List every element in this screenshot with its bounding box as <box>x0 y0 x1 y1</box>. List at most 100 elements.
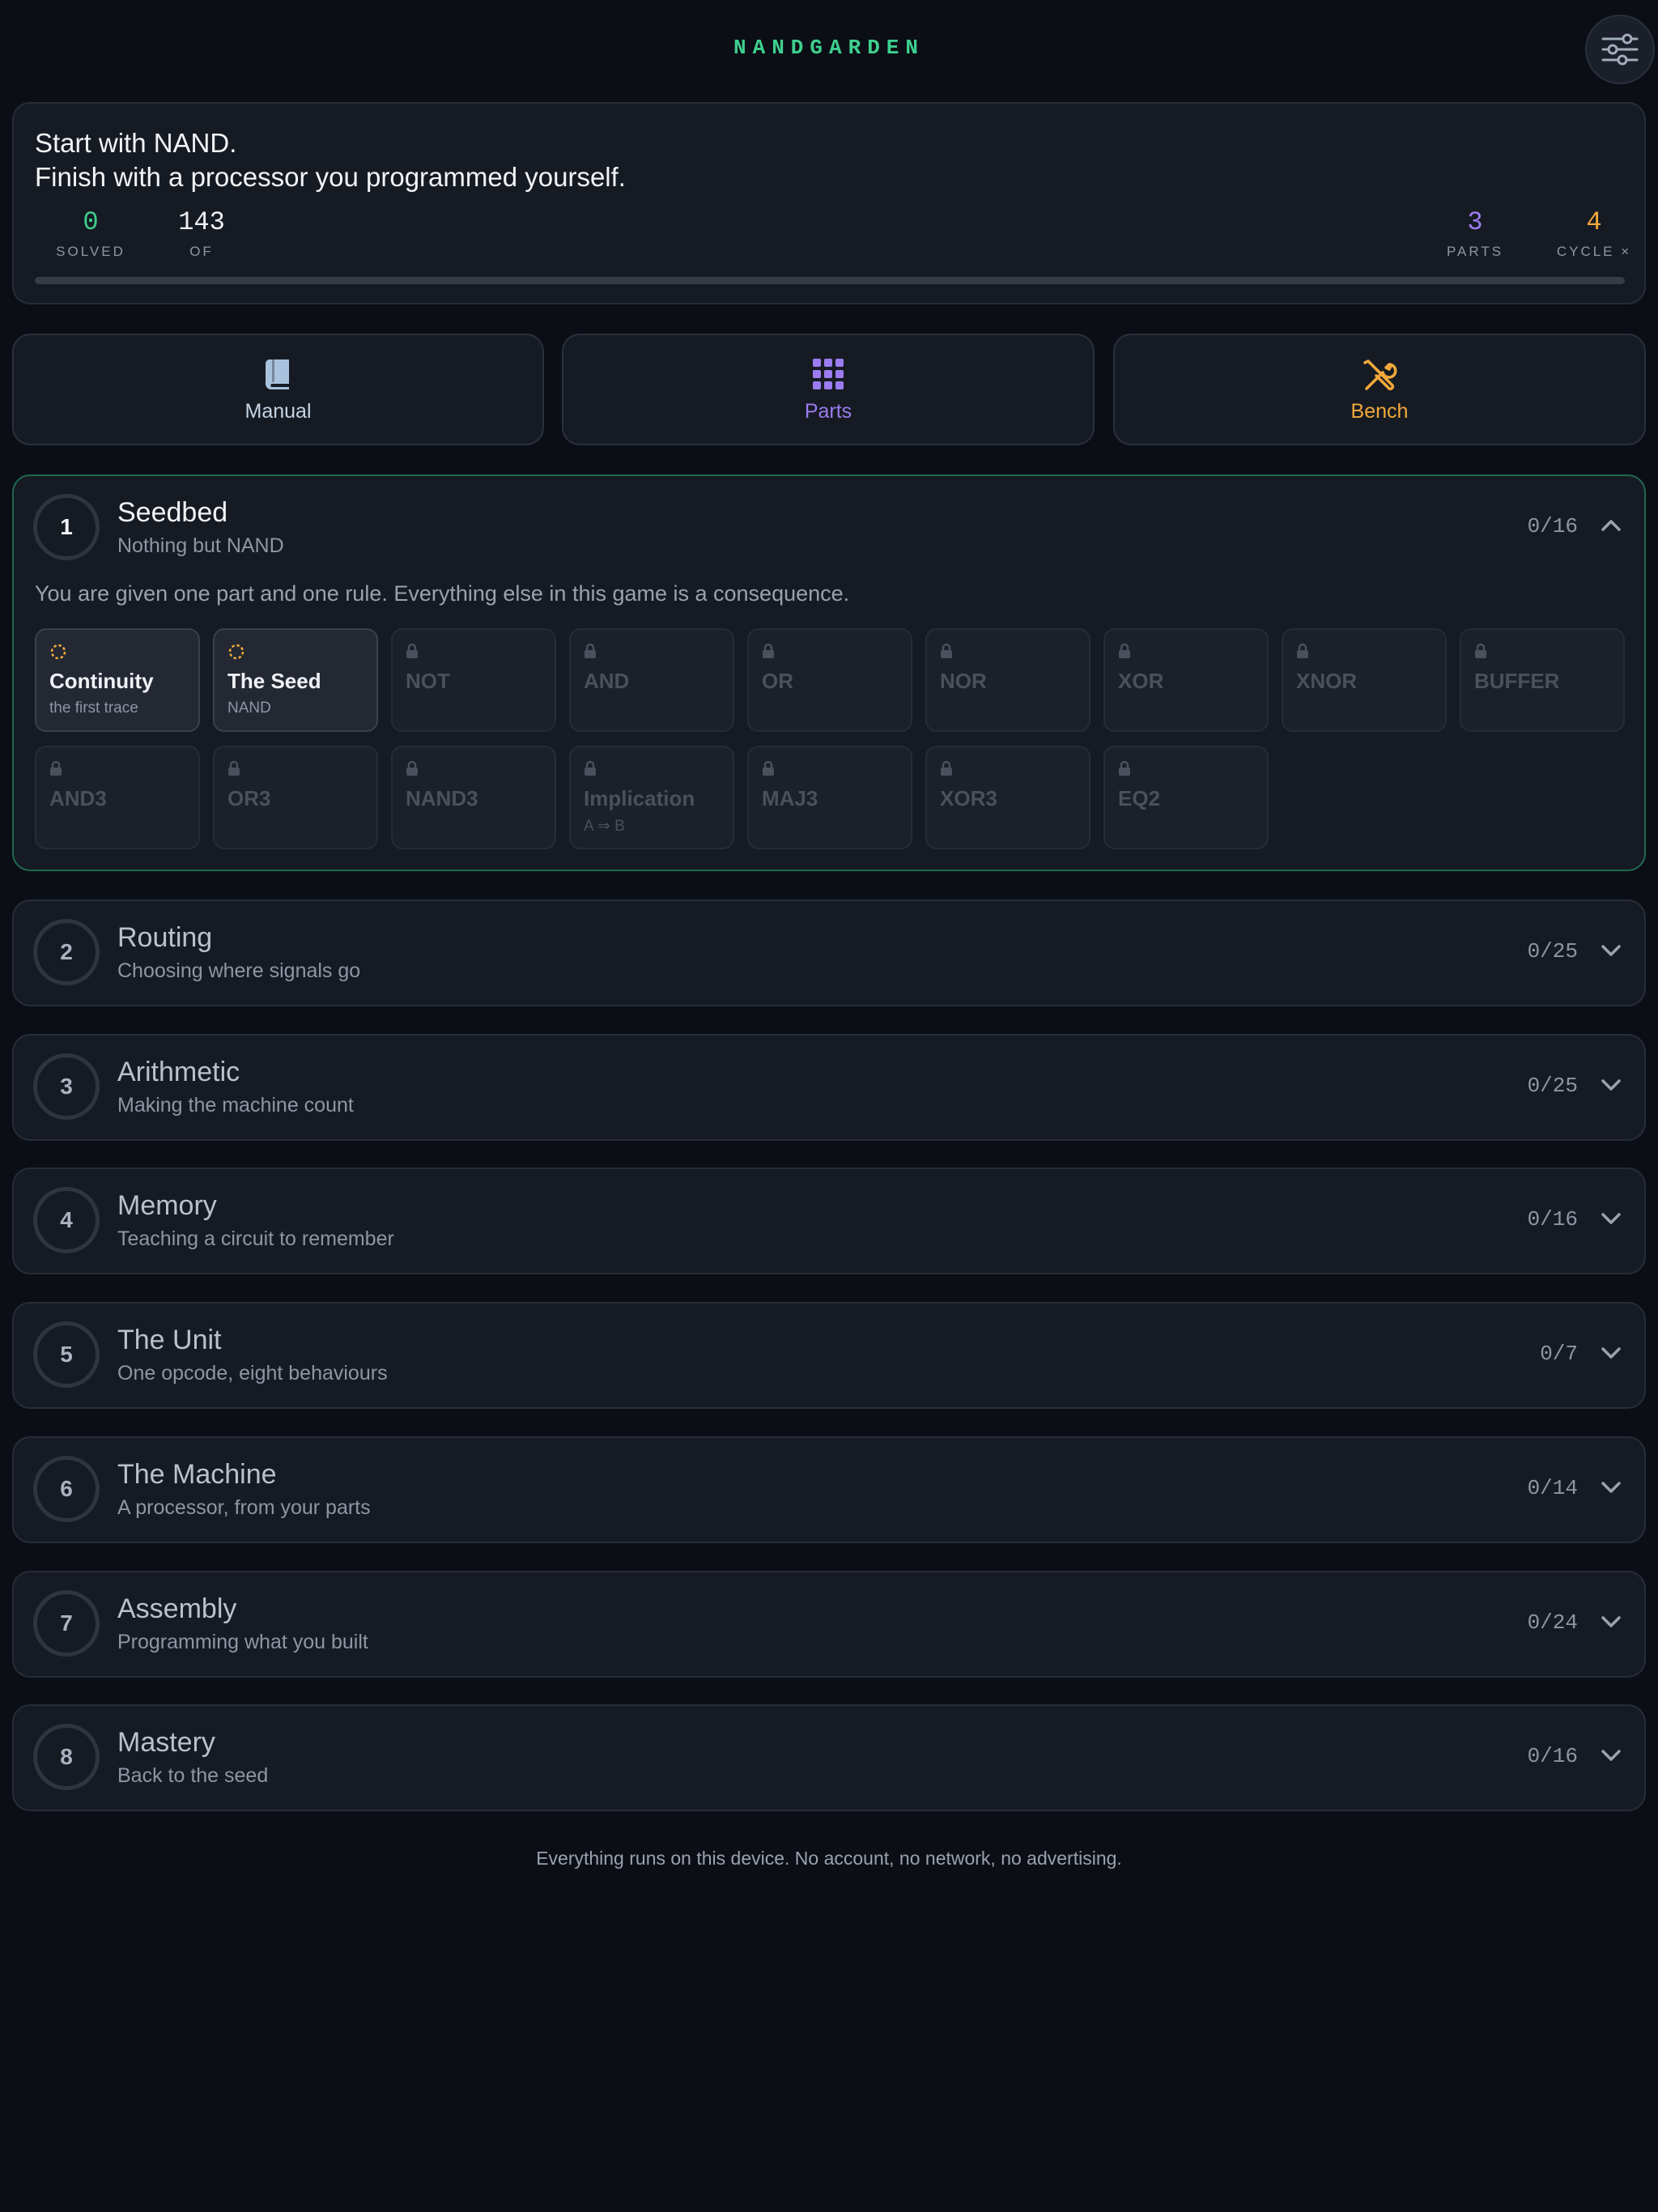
puzzle-name: OR <box>762 669 793 693</box>
puzzle-tile[interactable]: Implication A ⇒ B <box>569 746 734 849</box>
chapter-title: Routing <box>117 922 213 953</box>
tools-icon <box>1363 359 1397 391</box>
chapter-progress: 0/16 <box>1527 514 1578 538</box>
progress-bar <box>35 277 1625 284</box>
collapse-toggle[interactable] <box>1601 518 1622 537</box>
puzzle-name: Continuity <box>49 669 154 693</box>
puzzle-tile[interactable]: XOR3 <box>925 746 1090 849</box>
total-count: 143 <box>178 207 225 237</box>
expand-toggle[interactable] <box>1601 1748 1622 1767</box>
chapter-subtitle: Teaching a circuit to remember <box>117 1227 394 1251</box>
chapter-description: You are given one part and one rule. Eve… <box>35 581 850 606</box>
puzzle-tile[interactable]: XOR <box>1103 628 1269 732</box>
chapter-number: 5 <box>33 1321 100 1389</box>
chapter-card[interactable]: 6 The Machine A processor, from your parts… <box>12 1436 1646 1543</box>
expand-toggle[interactable] <box>1601 1346 1622 1364</box>
puzzle-tile[interactable]: NOR <box>925 628 1090 732</box>
bench-button[interactable]: Bench <box>1113 334 1646 445</box>
open-circle-icon <box>50 644 66 660</box>
chevron-down-icon <box>1601 1213 1621 1225</box>
chapter-title: Seedbed <box>117 497 228 528</box>
puzzle-name: Implication <box>584 786 695 810</box>
chevron-down-icon <box>1601 945 1621 956</box>
lock-icon <box>763 760 774 776</box>
chapter-subtitle: Back to the seed <box>117 1764 269 1788</box>
puzzle-tile[interactable]: MAJ3 <box>747 746 912 849</box>
chapter-card[interactable]: 3 Arithmetic Making the machine count 0/25 <box>12 1033 1646 1141</box>
expand-toggle[interactable] <box>1601 1078 1622 1096</box>
chevron-down-icon <box>1601 1750 1621 1761</box>
grid-icon <box>813 359 844 389</box>
chevron-up-icon <box>1601 520 1621 531</box>
puzzle-tile[interactable]: EQ2 <box>1103 746 1269 849</box>
chapter-title: Assembly <box>117 1593 237 1624</box>
chapter-number: 8 <box>33 1724 100 1791</box>
intro-line-2: Finish with a processor you programmed y… <box>35 162 626 192</box>
chapter-card[interactable]: 5 The Unit One opcode, eight behaviours 0/7 <box>12 1302 1646 1410</box>
puzzle-tile[interactable]: BUFFER <box>1460 628 1625 732</box>
chapter-progress: 0/24 <box>1527 1610 1578 1635</box>
chapter-subtitle: A processor, from your parts <box>117 1495 371 1519</box>
chapter-card[interactable]: 8 Mastery Back to the seed 0/16 <box>12 1704 1646 1812</box>
chevron-down-icon <box>1601 1482 1621 1493</box>
top-bar: NANDGARDEN <box>0 0 1658 97</box>
parts-label: PARTS <box>1446 244 1504 259</box>
puzzle-name: XNOR <box>1296 669 1358 693</box>
puzzle-tile[interactable]: XNOR <box>1282 628 1447 732</box>
puzzle-tile[interactable]: OR3 <box>213 746 378 849</box>
lock-icon <box>406 643 418 658</box>
puzzle-tile[interactable]: NAND3 <box>391 746 556 849</box>
puzzle-tile[interactable]: AND <box>569 628 734 732</box>
lock-icon <box>406 760 418 776</box>
puzzle-tile[interactable]: AND3 <box>35 746 200 849</box>
puzzle-name: NAND3 <box>406 786 478 810</box>
chapter-card[interactable]: 7 Assembly Programming what you built 0/24 <box>12 1570 1646 1678</box>
expand-toggle[interactable] <box>1601 1211 1622 1230</box>
chapter-subtitle: Nothing but NAND <box>117 534 284 557</box>
chapter-number: 7 <box>33 1589 100 1657</box>
lock-icon <box>228 760 240 776</box>
chapter-title: Memory <box>117 1190 217 1222</box>
settings-button[interactable] <box>1585 15 1655 84</box>
expand-toggle[interactable] <box>1601 943 1622 962</box>
puzzle-name: NOR <box>940 669 987 693</box>
chapter-progress: 0/16 <box>1527 1744 1578 1769</box>
solved-label: SOLVED <box>56 244 125 259</box>
chapter-title: Arithmetic <box>117 1056 240 1087</box>
app-page: NANDGARDEN Start with NAND. Finish with … <box>0 0 1658 2212</box>
stat-total: 143 OF <box>161 207 242 260</box>
lock-icon <box>1297 643 1308 658</box>
puzzle-tile[interactable]: The Seed NAND <box>213 628 378 732</box>
puzzle-name: AND3 <box>49 786 107 810</box>
open-circle-icon <box>228 644 244 660</box>
cycle-label: CYCLE × <box>1556 244 1632 259</box>
chapter-number: 6 <box>33 1455 100 1522</box>
chevron-down-icon <box>1601 1347 1621 1359</box>
puzzle-name: EQ2 <box>1118 786 1161 810</box>
chapter-card[interactable]: 2 Routing Choosing where signals go 0/25 <box>12 900 1646 1006</box>
lock-icon <box>1119 760 1130 776</box>
chapter-title: Mastery <box>117 1727 215 1759</box>
puzzle-name: MAJ3 <box>762 786 818 810</box>
book-icon <box>265 359 289 389</box>
chapter-seedbed: 1 Seedbed Nothing but NAND 0/16 You are … <box>12 474 1646 871</box>
puzzle-name: BUFFER <box>1474 669 1560 693</box>
puzzle-name: AND <box>584 669 630 693</box>
puzzle-tile[interactable]: OR <box>747 628 912 732</box>
puzzle-tile[interactable]: NOT <box>391 628 556 732</box>
lock-icon <box>941 760 952 776</box>
chapter-subtitle: Making the machine count <box>117 1093 354 1117</box>
puzzle-tile[interactable]: Continuity the first trace <box>35 628 200 732</box>
stat-parts: 3 PARTS <box>1431 207 1520 260</box>
chapter-number: 1 <box>33 494 100 560</box>
manual-label: Manual <box>244 400 312 423</box>
lock-icon <box>1475 643 1486 658</box>
stat-cycle: 4 CYCLE × <box>1542 207 1646 260</box>
chapter-number: 4 <box>33 1187 100 1254</box>
expand-toggle[interactable] <box>1601 1480 1622 1499</box>
privacy-note: Everything runs on this device. No accou… <box>536 1848 1122 1869</box>
expand-toggle[interactable] <box>1601 1614 1622 1633</box>
manual-button[interactable]: Manual <box>12 334 544 445</box>
parts-button[interactable]: Parts <box>562 334 1095 445</box>
chapter-card[interactable]: 4 Memory Teaching a circuit to remember 0/1… <box>12 1168 1646 1275</box>
